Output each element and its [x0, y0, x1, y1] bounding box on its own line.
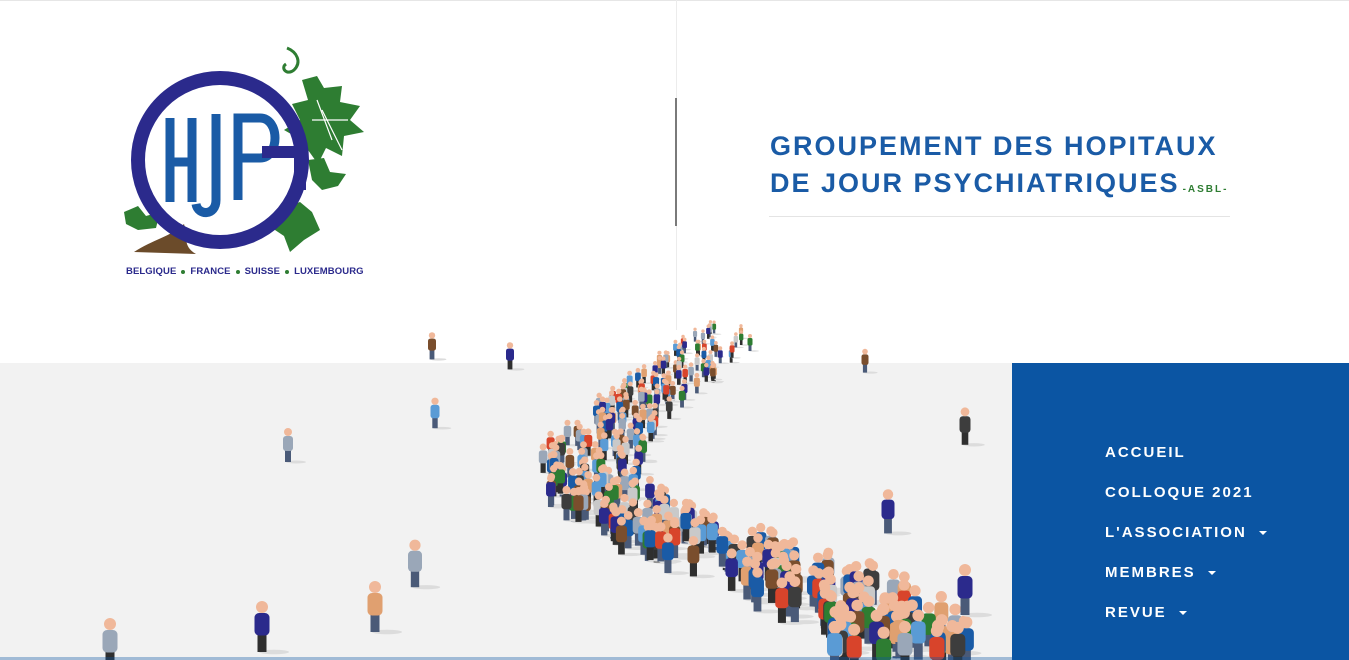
- crowd-person: [682, 337, 693, 354]
- nav-label: ACCUEIL: [1105, 444, 1186, 461]
- crowd-illustration: [102, 320, 992, 660]
- crowd-person: [430, 397, 452, 430]
- nav-item-revue[interactable]: REVUE: [1105, 603, 1267, 643]
- crowd-person: [881, 489, 912, 536]
- crowd-person: [717, 346, 730, 364]
- chevron-down-icon: [1178, 611, 1187, 615]
- nav-item-membres[interactable]: MEMBRES: [1105, 563, 1267, 603]
- nav-list: ACCUEIL COLLOQUE 2021 L'ASSOCIATION MEMB…: [1105, 443, 1267, 643]
- title-suffix: -ASBL-: [1182, 184, 1229, 195]
- crowd-person: [506, 342, 525, 371]
- nav-label: COLLOQUE 2021: [1105, 484, 1254, 501]
- nav-label: REVUE: [1105, 604, 1167, 621]
- crowd-person: [102, 618, 118, 660]
- nav-label: MEMBRES: [1105, 564, 1196, 581]
- nav-item-association[interactable]: L'ASSOCIATION: [1105, 523, 1267, 563]
- crowd-person: [861, 348, 878, 374]
- nav-item-colloque-2021[interactable]: COLLOQUE 2021: [1105, 483, 1267, 523]
- nav-item-accueil[interactable]: ACCUEIL: [1105, 443, 1267, 483]
- chevron-down-icon: [1207, 571, 1216, 575]
- crowd-person: [959, 407, 985, 447]
- crowd-person: [957, 564, 992, 618]
- crowd-person: [712, 320, 722, 335]
- crowd-person: [254, 601, 289, 655]
- chevron-down-icon: [1258, 531, 1267, 535]
- nav-label: L'ASSOCIATION: [1105, 524, 1247, 541]
- crowd-person: [408, 539, 441, 590]
- crowd-person: [367, 581, 402, 635]
- main-navigation: ACCUEIL COLLOQUE 2021 L'ASSOCIATION MEMB…: [1012, 363, 1349, 660]
- crowd-person: [283, 428, 306, 464]
- crowd-person: [747, 334, 759, 352]
- crowd-person: [428, 332, 447, 361]
